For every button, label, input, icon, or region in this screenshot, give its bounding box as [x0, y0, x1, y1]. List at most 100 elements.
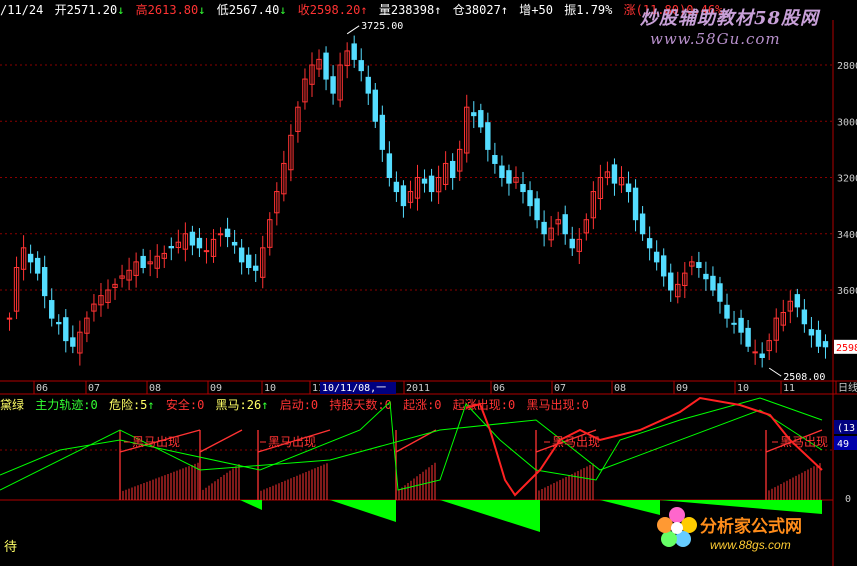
- x-tick-label: 10: [737, 383, 749, 394]
- candle-body: [703, 273, 709, 280]
- candle-body: [696, 262, 702, 268]
- candle-body: [245, 254, 252, 269]
- min-price-label: 2508.00: [783, 372, 825, 383]
- y-tick-label: 2800: [837, 61, 857, 72]
- candlesticks: [6, 35, 829, 368]
- y-tick-label: 3000: [837, 117, 857, 128]
- watermark-bottom-title: 分析家公式网: [700, 517, 802, 536]
- candle-body: [738, 317, 744, 333]
- candle-body: [492, 155, 498, 164]
- candle-body: [506, 170, 512, 184]
- x-tick-label: 09: [210, 383, 222, 394]
- x-tick-label: 07: [554, 383, 566, 394]
- cursor-date-label: 10/11/08,一: [322, 383, 386, 394]
- signal-ramp: [199, 429, 243, 453]
- candle-body: [541, 221, 547, 235]
- candle-body: [393, 181, 400, 193]
- candle-body: [815, 329, 822, 347]
- signal-label: 黑马出现: [780, 435, 828, 449]
- signal-ramp: [395, 429, 437, 453]
- candle-body: [808, 329, 815, 336]
- candle-body: [534, 198, 540, 221]
- candle-body: [386, 153, 393, 178]
- candle-body: [63, 317, 69, 342]
- annotations: 3725.00 2508.00: [346, 21, 825, 383]
- candle-body: [365, 76, 371, 94]
- candle-body: [611, 164, 618, 184]
- signal-label: 黑马出现: [552, 435, 600, 449]
- candle-body: [731, 322, 737, 325]
- candle-body: [485, 122, 491, 150]
- candle-body: [358, 60, 364, 72]
- candle-body: [646, 238, 653, 249]
- min-pointer: [768, 367, 782, 377]
- candle-body: [724, 304, 730, 319]
- x-tick-label: 2011: [406, 383, 430, 394]
- candle-body: [752, 351, 758, 354]
- candle-body: [801, 309, 808, 325]
- candle-body: [745, 327, 751, 347]
- candle-body: [231, 241, 238, 246]
- candle-body: [668, 272, 674, 291]
- candle-body: [27, 253, 34, 263]
- candle-body: [520, 184, 526, 193]
- candle-body: [400, 185, 407, 207]
- danger-triangle: [440, 500, 540, 532]
- y-tick-label: 3600: [837, 286, 857, 297]
- x-tick-label: 11: [783, 383, 795, 394]
- candle-body: [140, 255, 146, 268]
- x-tick-label: 08: [614, 383, 626, 394]
- candle-body: [562, 214, 568, 235]
- candle-body: [189, 231, 196, 246]
- candle-body: [639, 213, 646, 235]
- candle-body: [56, 321, 62, 325]
- candle-body: [253, 265, 259, 271]
- candle-body: [34, 257, 41, 274]
- signal-label: 黑马出现: [268, 435, 316, 449]
- x-tick-label: 08: [149, 383, 161, 394]
- x-tick-label: 07: [88, 383, 100, 394]
- x-tick-label: 06: [493, 383, 505, 394]
- price-axis: 3600 3400 3200 3000 2800 2598: [834, 61, 857, 354]
- x-tick-label: 10: [264, 383, 276, 394]
- candle-body: [379, 114, 386, 150]
- indicator-axis-label: (13: [837, 423, 855, 434]
- candle-body: [224, 228, 231, 238]
- candle-body: [822, 341, 829, 348]
- candle-body: [499, 165, 505, 178]
- y-tick-label: 3400: [837, 230, 857, 241]
- candle-body: [794, 294, 801, 308]
- x-tick-label: 日线: [838, 381, 857, 394]
- candle-body: [478, 110, 484, 128]
- date-axis: 06 07 08 09 10 11 2011 06 07 08 09 10 11 日线10/11/08,一: [33, 381, 857, 394]
- danger-triangle: [330, 500, 396, 522]
- candle-body: [70, 337, 76, 347]
- current-price-label: 2598: [836, 343, 857, 354]
- max-price-label: 3725.00: [361, 21, 403, 32]
- candle-body: [6, 317, 13, 320]
- danger-triangle: [240, 500, 262, 510]
- candle-body: [449, 160, 456, 179]
- candle-body: [238, 247, 245, 263]
- candle-body: [717, 283, 723, 302]
- status-text: 待: [4, 540, 18, 555]
- max-pointer: [346, 25, 360, 35]
- indicator-axis-label: 49: [837, 439, 849, 450]
- risk-curve: [465, 396, 823, 497]
- candle-body: [217, 233, 224, 236]
- candle-body: [421, 178, 428, 184]
- candle-body: [569, 238, 575, 249]
- candle-body: [351, 43, 357, 60]
- candle-body: [323, 52, 329, 80]
- watermark-bottom-url: www.88gs.com: [710, 538, 791, 552]
- candle-body: [168, 246, 175, 249]
- candle-body: [330, 76, 336, 94]
- candle-body: [41, 267, 48, 297]
- candle-body: [203, 250, 210, 253]
- y-tick-label: 3200: [837, 174, 857, 185]
- candle-body: [527, 190, 533, 207]
- danger-triangle: [600, 500, 660, 515]
- candle-body: [710, 275, 716, 291]
- kline-chart[interactable]: 3600 3400 3200 3000 2800 2598 06 07 08 09 10 11 201…: [0, 0, 857, 566]
- indicator-axis-label: 0: [845, 494, 851, 505]
